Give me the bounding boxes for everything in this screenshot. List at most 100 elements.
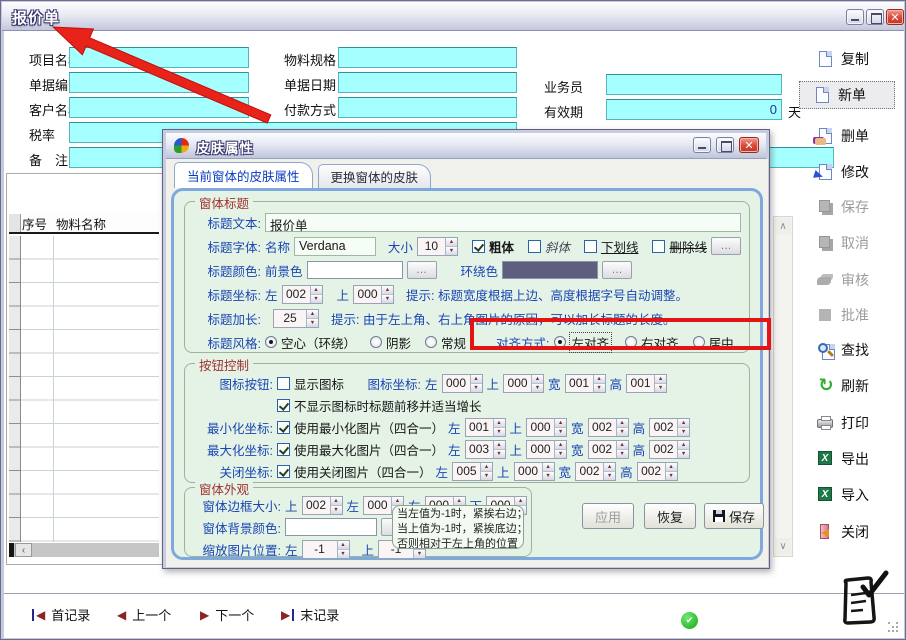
spinner-arrows-icon[interactable]: [306, 310, 318, 327]
spinner-arrows-icon[interactable]: [330, 497, 342, 514]
resize-grip[interactable]: [888, 622, 900, 634]
min-top-spinner[interactable]: 000: [526, 418, 567, 437]
min-left-spinner[interactable]: 001: [465, 418, 506, 437]
validity-input[interactable]: 0: [606, 99, 782, 120]
font-more-button[interactable]: …: [711, 237, 741, 255]
scroll-up-icon[interactable]: [775, 218, 791, 235]
icon-top-spinner[interactable]: 000: [503, 374, 544, 393]
spinner-arrows-icon[interactable]: [542, 463, 554, 480]
use-close-image-checkbox[interactable]: [277, 465, 290, 478]
spinner-arrows-icon[interactable]: [593, 375, 605, 392]
strike-checkbox[interactable]: [652, 240, 665, 253]
dialog-maximize-icon[interactable]: [716, 137, 734, 153]
dialog-minimize-icon[interactable]: [693, 137, 711, 153]
spinner-arrows-icon[interactable]: [470, 375, 482, 392]
style-hollow-radio[interactable]: [265, 336, 277, 348]
close-icon[interactable]: [886, 9, 904, 25]
doc-no-input[interactable]: [69, 72, 249, 93]
title-top-spinner[interactable]: 000: [353, 285, 394, 304]
spinner-arrows-icon[interactable]: [603, 463, 615, 480]
salesman-input[interactable]: [606, 74, 782, 95]
copy-button[interactable]: 复制: [801, 46, 901, 72]
import-button[interactable]: 导入: [801, 482, 901, 508]
style-normal-radio[interactable]: [425, 336, 437, 348]
close-width-spinner[interactable]: 002: [575, 462, 616, 481]
tab-current-skin[interactable]: 当前窗体的皮肤属性: [174, 162, 313, 188]
icon-left-spinner[interactable]: 000: [442, 374, 483, 393]
close-top-spinner[interactable]: 000: [514, 462, 555, 481]
grid-body[interactable]: [21, 236, 159, 542]
spinner-arrows-icon[interactable]: [554, 419, 566, 436]
first-record-button[interactable]: 首记录: [32, 605, 90, 624]
font-name-input[interactable]: Verdana: [294, 237, 376, 256]
minimize-icon[interactable]: [846, 9, 864, 25]
spinner-arrows-icon[interactable]: [665, 463, 677, 480]
delete-order-button[interactable]: 删单: [801, 123, 901, 149]
spinner-arrows-icon[interactable]: [310, 286, 322, 303]
bold-checkbox[interactable]: [472, 240, 485, 253]
print-button[interactable]: 打印: [801, 410, 901, 436]
spinner-arrows-icon[interactable]: [677, 441, 689, 458]
dialog-close-icon[interactable]: [739, 137, 759, 153]
max-width-spinner[interactable]: 002: [588, 440, 629, 459]
no-icon-shift-checkbox[interactable]: [277, 399, 290, 412]
scroll-down-icon[interactable]: [775, 538, 791, 555]
fg-color-swatch[interactable]: [307, 261, 403, 279]
icon-height-spinner[interactable]: 001: [626, 374, 667, 393]
max-top-spinner[interactable]: 000: [526, 440, 567, 459]
customer-input[interactable]: [69, 97, 249, 118]
doc-date-input[interactable]: [338, 72, 517, 93]
max-height-spinner[interactable]: 002: [649, 440, 690, 459]
min-width-spinner[interactable]: 002: [588, 418, 629, 437]
spinner-arrows-icon[interactable]: [616, 419, 628, 436]
title-extend-spinner[interactable]: 25: [273, 309, 319, 328]
border-top-spinner[interactable]: 002: [302, 496, 343, 515]
new-order-button[interactable]: 新单: [799, 81, 895, 109]
spinner-arrows-icon[interactable]: [654, 375, 666, 392]
spinner-arrows-icon[interactable]: [677, 419, 689, 436]
maximize-icon[interactable]: [866, 9, 884, 25]
underline-checkbox[interactable]: [584, 240, 597, 253]
project-name-input[interactable]: [69, 47, 249, 68]
restore-button[interactable]: 恢复: [644, 503, 696, 529]
prev-record-button[interactable]: 上一个: [117, 605, 171, 624]
next-record-button[interactable]: 下一个: [200, 605, 254, 624]
export-button[interactable]: 导出: [801, 446, 901, 472]
close-height-spinner[interactable]: 002: [637, 462, 678, 481]
modify-button[interactable]: 修改: [801, 159, 901, 185]
title-left-spinner[interactable]: 002: [282, 285, 323, 304]
font-size-spinner[interactable]: 10: [417, 237, 458, 256]
spinner-arrows-icon[interactable]: [337, 541, 349, 558]
find-button[interactable]: 查找: [801, 337, 901, 363]
use-max-image-checkbox[interactable]: [277, 443, 290, 456]
scroll-left-icon[interactable]: [15, 543, 32, 557]
use-min-image-checkbox[interactable]: [277, 421, 290, 434]
spinner-arrows-icon[interactable]: [493, 419, 505, 436]
spinner-arrows-icon[interactable]: [445, 238, 457, 255]
spinner-arrows-icon[interactable]: [554, 441, 566, 458]
refresh-button[interactable]: 刷新: [801, 373, 901, 399]
min-height-spinner[interactable]: 002: [649, 418, 690, 437]
dialog-titlebar[interactable]: 皮肤属性: [166, 133, 766, 159]
payment-input[interactable]: [338, 97, 517, 118]
close-left-spinner[interactable]: 005: [452, 462, 493, 481]
spinner-arrows-icon[interactable]: [616, 441, 628, 458]
show-icon-checkbox[interactable]: [277, 377, 290, 390]
grid-splitter-handle[interactable]: [9, 543, 14, 557]
spec-input[interactable]: [338, 47, 517, 68]
grid-hscrollbar[interactable]: [9, 543, 159, 557]
title-text-input[interactable]: 报价单: [265, 213, 741, 232]
spinner-arrows-icon[interactable]: [480, 463, 492, 480]
wrap-color-swatch[interactable]: [502, 261, 598, 279]
zoom-left-spinner[interactable]: -1: [302, 540, 350, 559]
main-vscrollbar[interactable]: [773, 216, 793, 557]
spinner-arrows-icon[interactable]: [381, 286, 393, 303]
style-shadow-radio[interactable]: [370, 336, 382, 348]
italic-checkbox[interactable]: [528, 240, 541, 253]
main-titlebar[interactable]: 报价单: [2, 2, 904, 31]
bg-color-swatch[interactable]: [285, 518, 377, 536]
max-left-spinner[interactable]: 003: [465, 440, 506, 459]
spinner-arrows-icon[interactable]: [493, 441, 505, 458]
fg-color-more-button[interactable]: …: [407, 261, 437, 279]
tab-change-skin[interactable]: 更换窗体的皮肤: [318, 164, 432, 188]
